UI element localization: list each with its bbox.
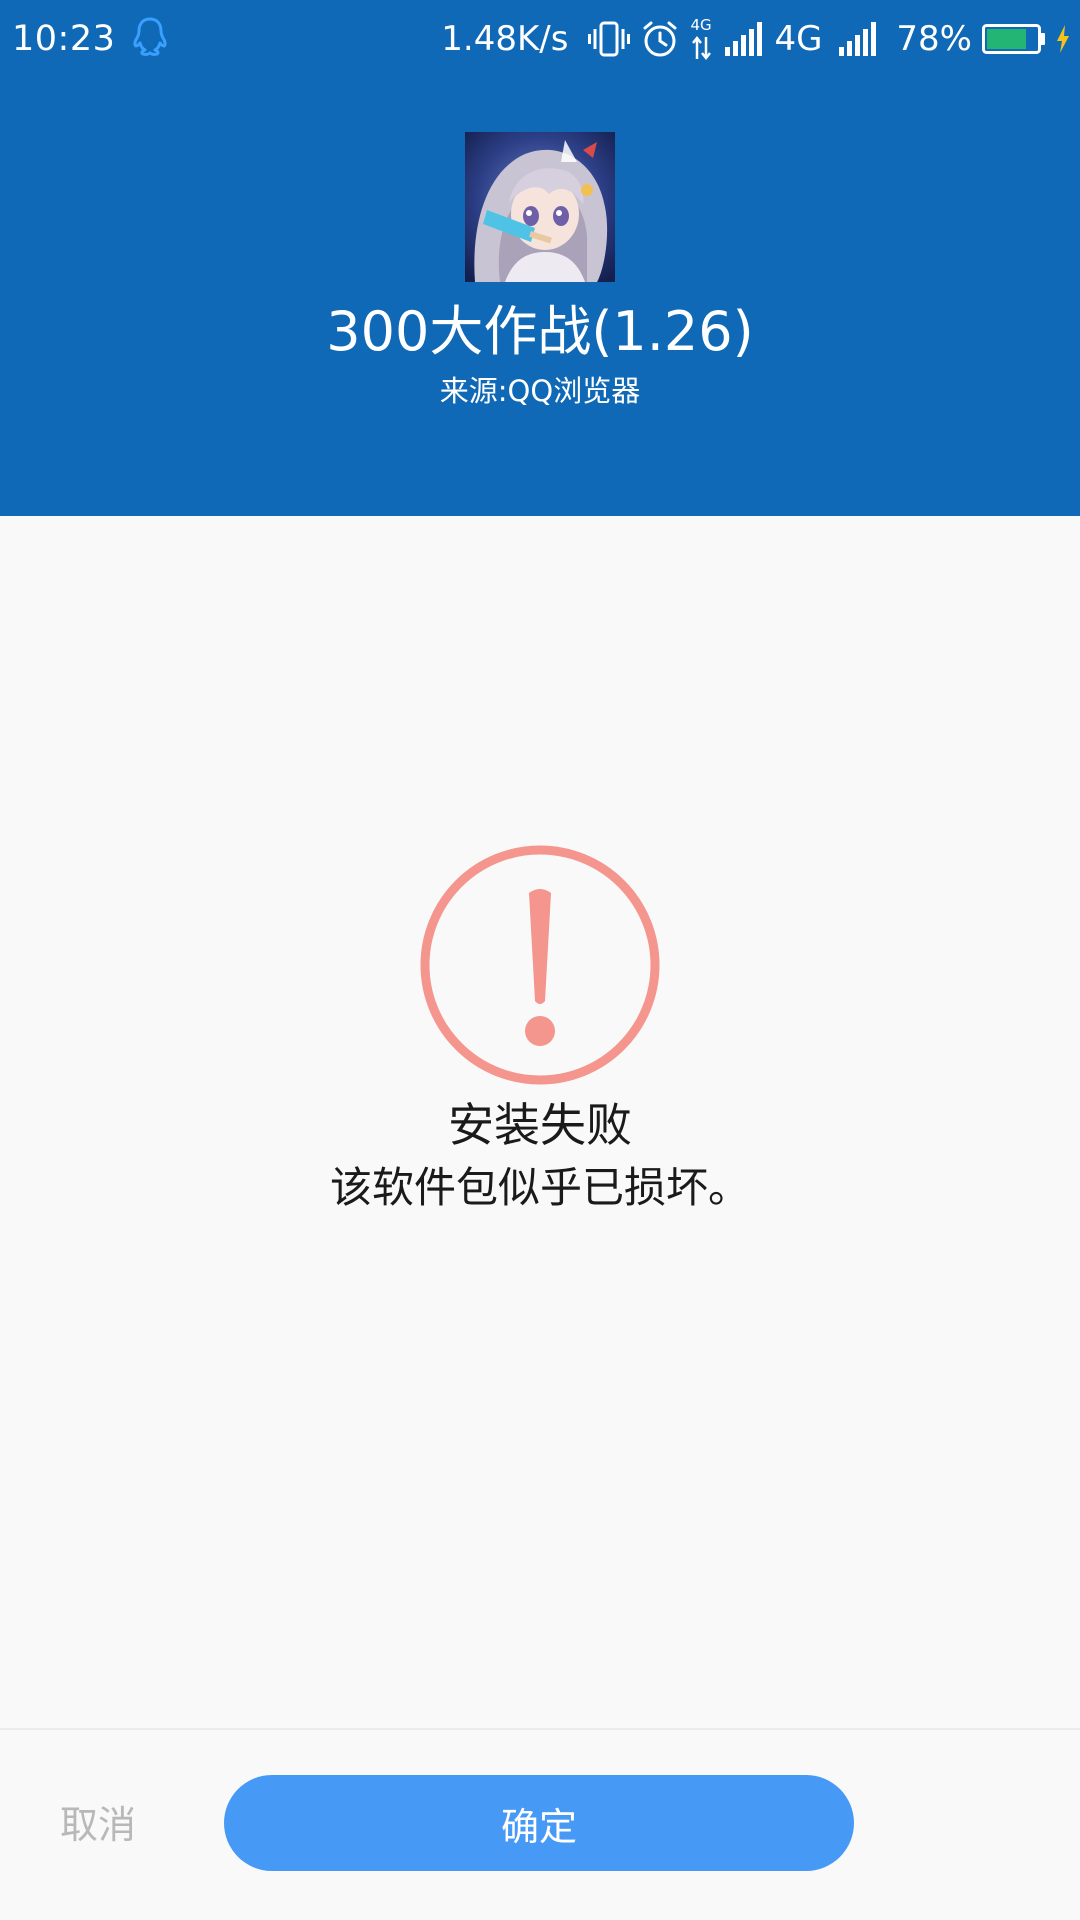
qq-icon [133,16,167,62]
battery-icon [982,24,1046,54]
confirm-button[interactable]: 确定 [224,1775,854,1871]
signal-icon-2 [838,21,878,57]
bottom-divider [0,1728,1080,1730]
vibrate-icon [588,19,631,59]
install-result-screen: 10:23 1.48K/s 4G 4G 78% 300大作战(1.26) 来源:… [0,0,1080,1920]
data-arrows-icon: 4G [690,17,714,61]
install-failed-message: 该软件包似乎已损坏。 [329,1163,750,1212]
status-time: 10:23 [12,19,116,59]
app-source: 来源:QQ浏览器 [439,374,641,408]
warning-icon [418,843,662,1087]
battery-percent: 78% [896,19,972,59]
alarm-icon [640,19,680,59]
cancel-button[interactable]: 取消 [60,1790,220,1860]
status-bar-right: 1.48K/s 4G 4G 78% [441,14,1070,64]
install-failed-title: 安装失败 [448,1098,632,1152]
app-header: 10:23 1.48K/s 4G 4G 78% 300大作战(1.26) 来源:… [0,0,1080,516]
network-type: 4G [774,19,823,59]
app-icon [465,132,615,282]
network-type-small: 4G [690,16,712,34]
charging-icon [1056,24,1070,54]
network-speed: 1.48K/s [441,19,569,59]
status-bar-left: 10:23 [12,14,167,64]
signal-icon [724,21,764,57]
status-bar: 10:23 1.48K/s 4G 4G 78% [0,0,1080,78]
app-name: 300大作战(1.26) [326,300,754,363]
